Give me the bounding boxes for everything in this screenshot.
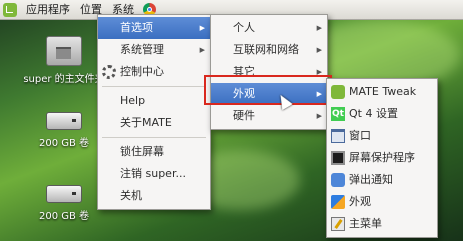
menu-item-help[interactable]: Help xyxy=(98,90,210,112)
menu-item-internet-network[interactable]: 互联网和网络 ▶ xyxy=(211,39,327,61)
drive-label: 200 GB 卷 xyxy=(38,138,90,149)
menu-item-label: 注销 super... xyxy=(120,167,186,180)
menu-separator xyxy=(102,86,206,87)
menu-editor-icon xyxy=(331,217,345,231)
appearance-submenu: MATE Tweak Qt Qt 4 设置 窗口 屏幕保护程序 弹出通知 外观 … xyxy=(326,78,438,238)
menu-item-logout[interactable]: 注销 super... xyxy=(98,163,210,185)
menu-item-windows[interactable]: 窗口 xyxy=(327,125,437,147)
mate-tweak-icon xyxy=(331,85,345,99)
drive-desktop-icon-2[interactable]: 200 GB 卷 xyxy=(20,185,108,222)
menu-item-label: 个人 xyxy=(233,21,255,34)
menu-item-lock-screen[interactable]: 锁住屏幕 xyxy=(98,141,210,163)
menu-item-label: 窗口 xyxy=(349,129,371,142)
appearance-icon xyxy=(331,195,345,209)
menu-item-label: 关于MATE xyxy=(120,116,172,129)
hard-drive-icon xyxy=(46,112,82,130)
submenu-arrow-icon: ▶ xyxy=(199,24,205,32)
drive-desktop-icon-1[interactable]: 200 GB 卷 xyxy=(20,112,108,149)
menu-item-qt4-settings[interactable]: Qt Qt 4 设置 xyxy=(327,103,437,125)
menu-item-administration[interactable]: 系统管理 ▶ xyxy=(98,39,210,61)
menu-separator xyxy=(102,137,206,138)
hard-drive-icon xyxy=(46,185,82,203)
screensaver-icon xyxy=(331,151,345,165)
annotation-highlight-box xyxy=(204,75,332,105)
control-center-icon xyxy=(102,65,116,79)
menu-item-label: 控制中心 xyxy=(120,65,164,78)
menu-item-label: MATE Tweak xyxy=(349,85,417,98)
menu-item-label: 关机 xyxy=(120,189,142,202)
submenu-arrow-icon: ▶ xyxy=(199,46,205,54)
menu-item-label: Help xyxy=(120,94,146,107)
applications-menu[interactable]: 应用程序 xyxy=(21,0,75,19)
menu-item-label: 互联网和网络 xyxy=(233,43,299,56)
submenu-arrow-icon: ▶ xyxy=(316,46,322,54)
system-dropdown-menu: 首选项 ▶ 系统管理 ▶ 控制中心 Help 关于MATE 锁住屏幕 注销 su… xyxy=(97,14,211,210)
menu-item-main-menu[interactable]: 主菜单 xyxy=(327,213,437,235)
menu-item-appearance-settings[interactable]: 外观 xyxy=(327,191,437,213)
menu-item-label: 首选项 xyxy=(120,21,153,34)
menu-item-preferences[interactable]: 首选项 ▶ xyxy=(98,17,210,39)
menu-item-label: 主菜单 xyxy=(349,217,382,230)
menu-item-mate-tweak[interactable]: MATE Tweak xyxy=(327,81,437,103)
mate-logo-icon[interactable] xyxy=(3,2,17,17)
menu-item-label: 屏幕保护程序 xyxy=(349,151,415,164)
menu-item-label: 外观 xyxy=(349,195,371,208)
home-folder-desktop-icon[interactable]: super 的主文件夹 xyxy=(20,36,108,85)
menu-item-personal[interactable]: 个人 ▶ xyxy=(211,17,327,39)
drive-label: 200 GB 卷 xyxy=(38,211,90,222)
menu-item-control-center[interactable]: 控制中心 xyxy=(98,61,210,83)
home-folder-label: super 的主文件夹 xyxy=(23,74,105,85)
menu-item-label: 硬件 xyxy=(233,109,255,122)
menu-item-about-mate[interactable]: 关于MATE xyxy=(98,112,210,134)
qt-icon: Qt xyxy=(331,107,345,121)
menu-item-screensaver[interactable]: 屏幕保护程序 xyxy=(327,147,437,169)
notification-bubble-icon xyxy=(331,173,345,187)
window-icon xyxy=(331,129,345,143)
menu-item-label: 系统管理 xyxy=(120,43,164,56)
preferences-submenu: 个人 ▶ 互联网和网络 ▶ 其它 ▶ 外观 ▶ 硬件 ▶ xyxy=(210,14,328,130)
home-folder-icon xyxy=(46,36,82,66)
submenu-arrow-icon: ▶ xyxy=(316,112,322,120)
menu-item-notifications[interactable]: 弹出通知 xyxy=(327,169,437,191)
menu-item-hardware[interactable]: 硬件 ▶ xyxy=(211,105,327,127)
menu-item-label: 弹出通知 xyxy=(349,173,393,186)
submenu-arrow-icon: ▶ xyxy=(316,24,322,32)
menu-item-label: Qt 4 设置 xyxy=(349,107,398,120)
menu-item-label: 锁住屏幕 xyxy=(120,145,164,158)
menu-item-shutdown[interactable]: 关机 xyxy=(98,185,210,207)
